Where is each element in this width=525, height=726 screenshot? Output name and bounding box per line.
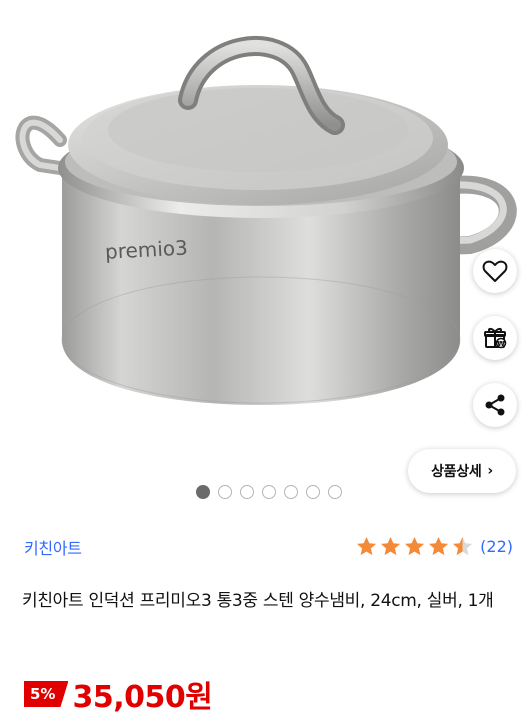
review-count: (22)	[480, 537, 513, 556]
carousel-dot[interactable]	[284, 485, 298, 499]
discount-badge: 5%	[24, 681, 69, 707]
carousel-indicator	[196, 485, 342, 499]
star-icon	[405, 536, 425, 556]
price-row: 5% 35,050원	[24, 672, 213, 716]
star-icon	[381, 536, 401, 556]
product-detail-label: 상품상세	[431, 464, 482, 480]
star-icon	[453, 536, 473, 556]
product-title: 키친아트 인덕션 프리미오3 통3중 스텐 양수냄비, 24cm, 실버, 1개	[22, 591, 494, 611]
star-icon	[357, 536, 377, 556]
svg-text:₩: ₩	[497, 340, 505, 348]
chevron-right-icon: ›	[487, 463, 493, 479]
carousel-dot[interactable]	[328, 485, 342, 499]
share-button[interactable]	[473, 383, 517, 427]
star-icon	[429, 536, 449, 556]
carousel-dot[interactable]	[262, 485, 276, 499]
carousel-dot[interactable]	[240, 485, 254, 499]
heart-icon	[482, 260, 508, 282]
product-image: premio3	[15, 36, 517, 405]
product-image-carousel[interactable]: premio3 ₩ 상품상세 ›	[0, 0, 525, 510]
carousel-dot[interactable]	[196, 485, 210, 499]
product-detail-button[interactable]: 상품상세 ›	[408, 449, 516, 493]
pot-engraving: premio3	[104, 236, 188, 264]
rating-summary[interactable]: (22)	[355, 535, 513, 558]
sale-price: 35,050원	[72, 680, 213, 715]
share-icon	[485, 394, 505, 416]
wishlist-button[interactable]	[473, 249, 517, 293]
carousel-dot[interactable]	[218, 485, 232, 499]
brand-link[interactable]: 키친아트	[24, 535, 82, 559]
gift-icon: ₩	[484, 328, 507, 349]
gift-button[interactable]: ₩	[473, 316, 517, 360]
carousel-dot[interactable]	[306, 485, 320, 499]
star-rating	[355, 535, 474, 558]
